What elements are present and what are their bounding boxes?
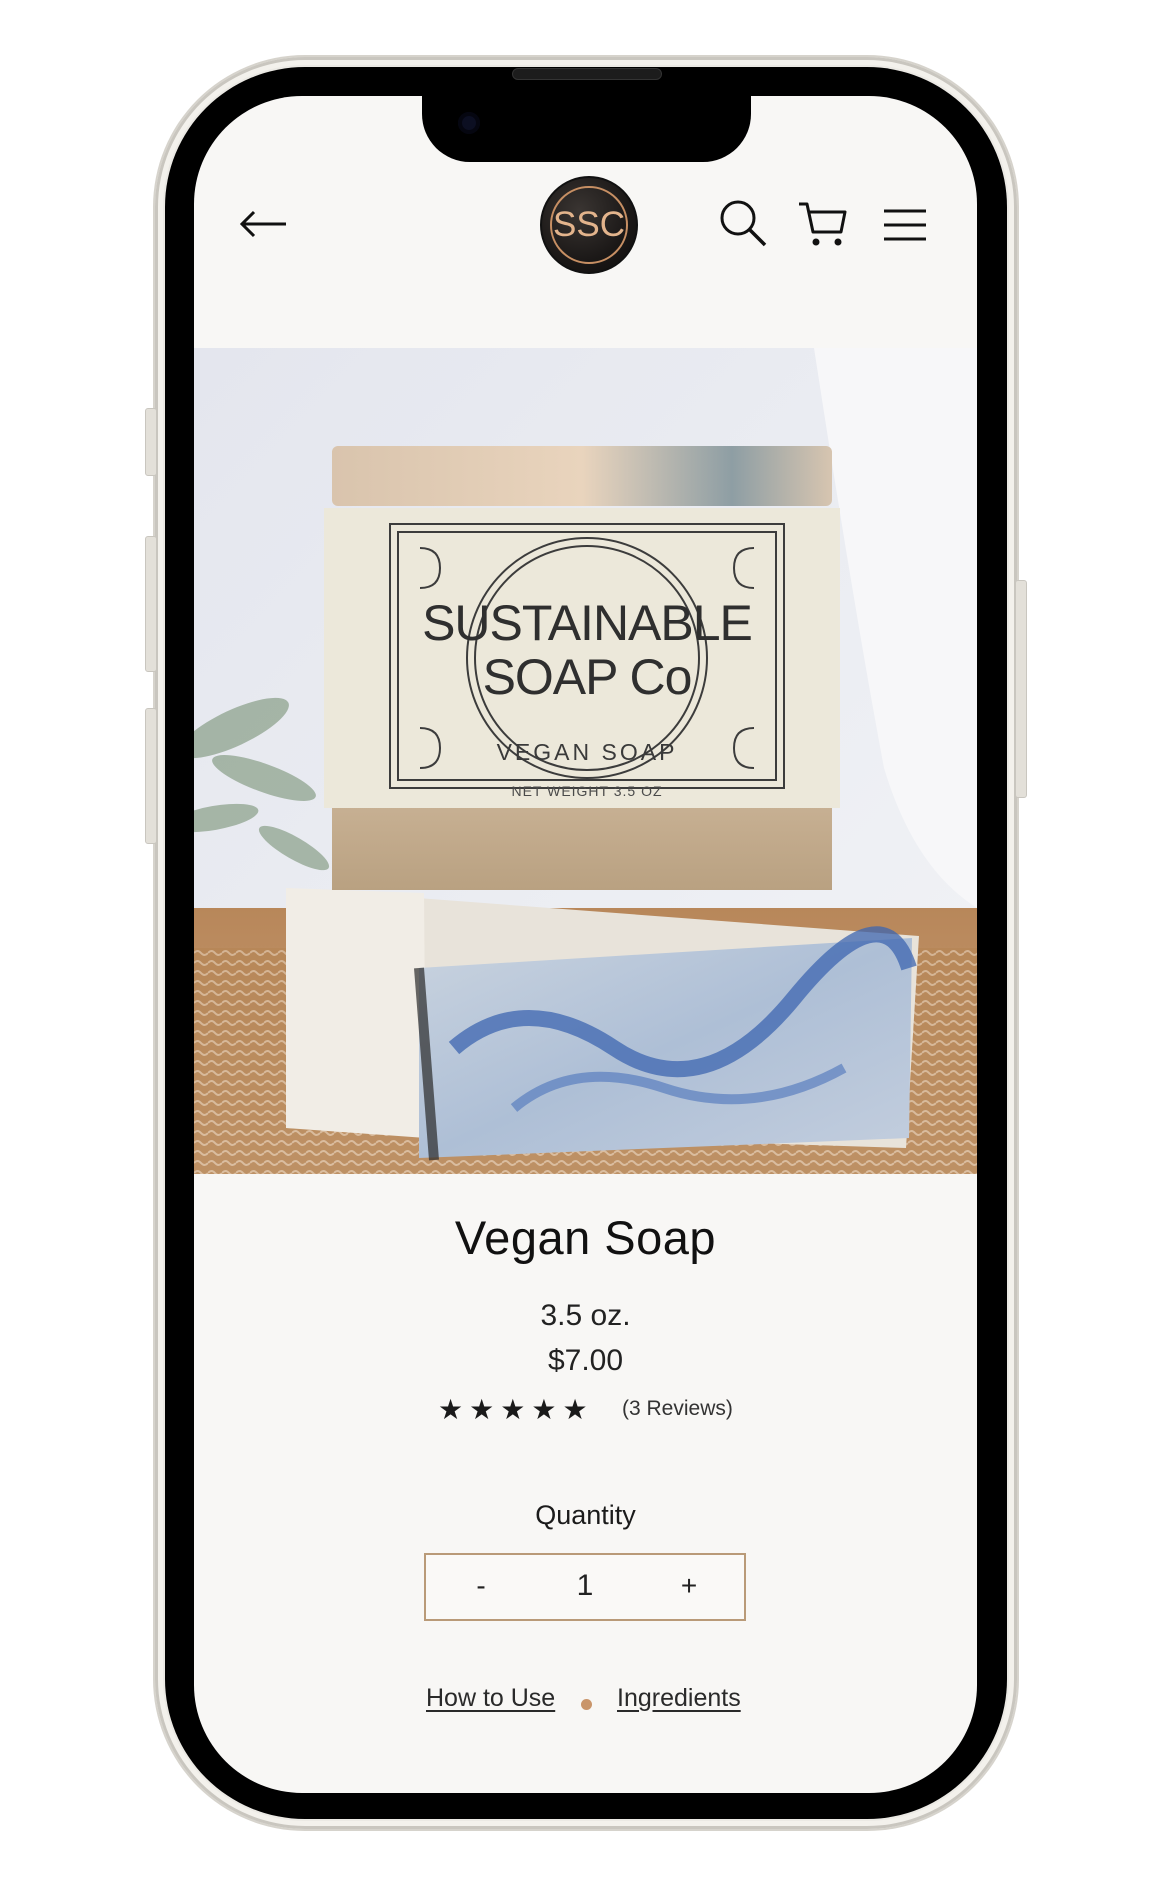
menu-icon[interactable] xyxy=(882,208,928,242)
star-icon: ★ xyxy=(438,1393,464,1426)
brand-logo[interactable]: SSC xyxy=(540,176,638,274)
star-rating: ★ ★ ★ ★ ★ xyxy=(438,1393,588,1427)
cart-icon[interactable] xyxy=(797,200,849,248)
label-weight: NET WEIGHT 3.5 OZ xyxy=(511,783,662,799)
volume-up-button xyxy=(145,536,157,672)
volume-down-button xyxy=(145,708,157,844)
info-links: How to Use Ingredients xyxy=(194,1684,977,1724)
product-title: Vegan Soap xyxy=(454,1211,717,1264)
star-icon: ★ xyxy=(469,1393,495,1426)
star-icon: ★ xyxy=(531,1393,557,1426)
label-brand-line2: SOAP Co xyxy=(483,649,692,705)
notch xyxy=(422,96,751,162)
label-product: VEGAN SOAP xyxy=(497,739,678,765)
silent-switch xyxy=(145,408,157,476)
product-image: SUSTAINABLE SOAP Co VEGAN SOAP NET WEIGH… xyxy=(194,348,977,1174)
separator-dot xyxy=(581,1699,592,1710)
quantity-stepper: - 1 + xyxy=(424,1553,746,1621)
label-brand-line1: SUSTAINABLE xyxy=(422,595,752,651)
search-icon[interactable] xyxy=(718,198,768,248)
how-to-use-link[interactable]: How to Use xyxy=(426,1684,555,1713)
star-icon: ★ xyxy=(562,1393,588,1426)
reviews-link[interactable]: (3 Reviews) xyxy=(622,1397,733,1421)
header: SSC xyxy=(194,176,977,286)
quantity-decrease-button[interactable]: - xyxy=(446,1555,516,1619)
product-size: 3.5 oz. xyxy=(540,1299,631,1332)
rating-row: ★ ★ ★ ★ ★ (3 Reviews) xyxy=(194,1393,977,1433)
star-icon: ★ xyxy=(500,1393,526,1426)
quantity-value[interactable]: 1 xyxy=(536,1555,634,1619)
ingredients-link[interactable]: Ingredients xyxy=(617,1684,741,1713)
arrow-left-icon[interactable] xyxy=(238,208,288,240)
phone-screen: SSC SUSTAINABLE SOAP Co VEGAN SOAP NET W… xyxy=(194,96,977,1793)
power-button xyxy=(1015,580,1027,798)
quantity-increase-button[interactable]: + xyxy=(654,1555,724,1619)
product-price: $7.00 xyxy=(547,1344,624,1377)
speaker-grille xyxy=(512,68,662,80)
quantity-label: Quantity xyxy=(535,1500,636,1530)
front-camera xyxy=(458,112,480,134)
logo-text: SSC xyxy=(553,205,625,244)
